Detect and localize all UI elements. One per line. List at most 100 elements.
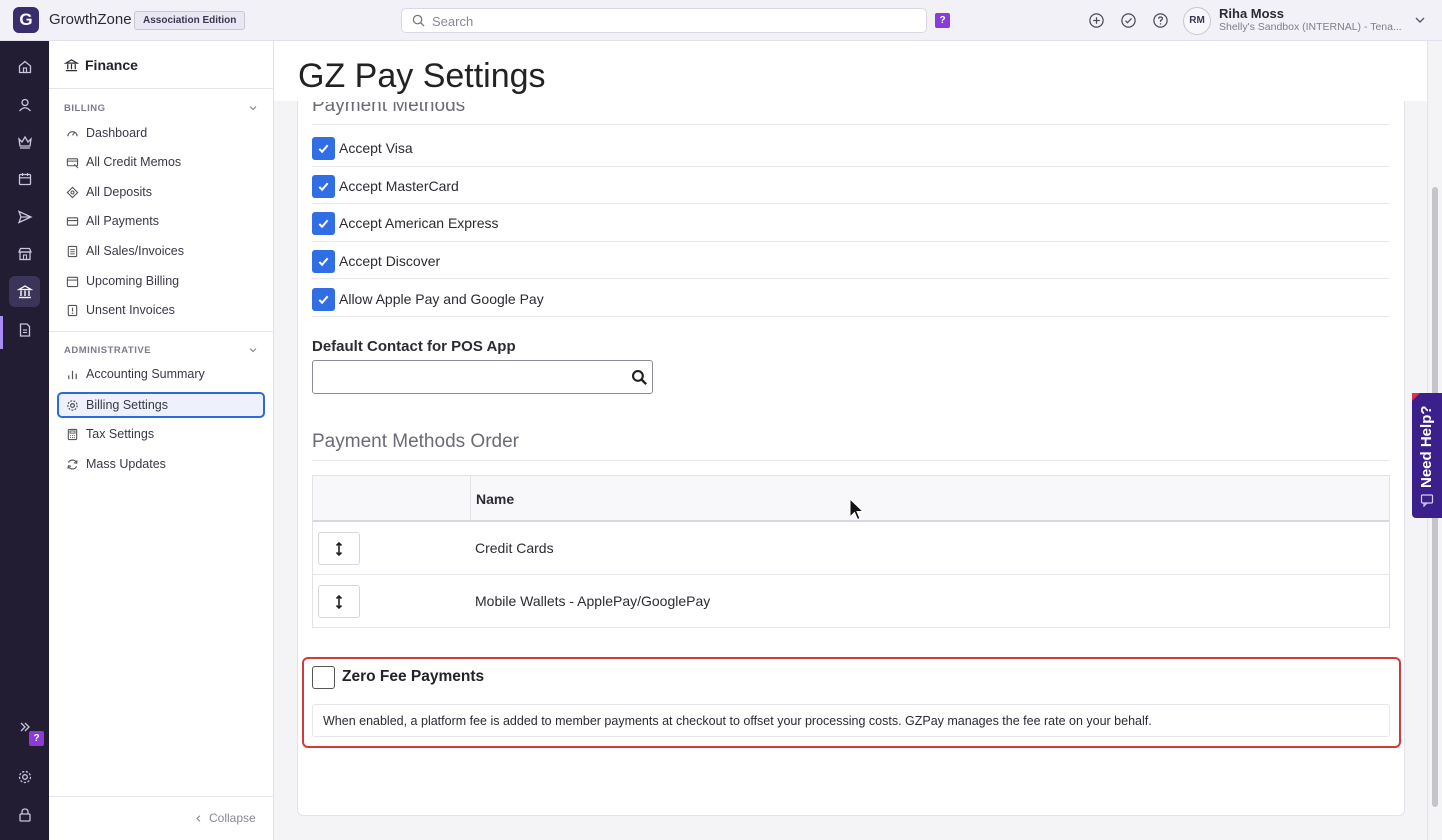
search-icon[interactable] (631, 369, 648, 386)
search-input[interactable]: Search (401, 8, 927, 33)
sidebar-item-all-sales-invoices[interactable]: All Sales/Invoices (57, 238, 265, 264)
help-circle-icon[interactable] (1152, 12, 1169, 29)
sidebar-item-label: Accounting Summary (86, 367, 205, 381)
reorder-handle[interactable] (318, 585, 360, 618)
card-icon (66, 216, 79, 226)
sidebar-item-accounting-summary[interactable]: Accounting Summary (57, 361, 265, 387)
name-column-header[interactable]: Name (476, 491, 514, 507)
accept-amex-row[interactable]: Accept American Express (312, 211, 499, 235)
sidebar-item-all-credit-memos[interactable]: All Credit Memos (57, 149, 265, 175)
sidebar-item-label: All Sales/Invoices (86, 244, 184, 258)
rail-events[interactable] (9, 163, 40, 194)
accept-mastercard-row[interactable]: Accept MasterCard (312, 174, 459, 198)
sidebar-item-label: All Payments (86, 214, 159, 228)
allow-wallets-row[interactable]: Allow Apple Pay and Google Pay (312, 287, 544, 311)
rail-help-badge-icon[interactable]: ? (29, 731, 44, 746)
credit-memo-icon (66, 157, 79, 168)
help-question-icon[interactable]: ? (935, 13, 950, 28)
column-separator (470, 476, 471, 520)
rail-membership[interactable] (9, 126, 40, 157)
accept-mastercard-label: Accept MasterCard (339, 178, 459, 194)
sidebar-item-label: Upcoming Billing (86, 274, 180, 288)
checkmark-icon (318, 144, 329, 153)
sidebar-item-billing-settings[interactable]: Billing Settings (57, 392, 265, 418)
payment-method-name: Credit Cards (475, 540, 554, 556)
chat-icon (1420, 494, 1434, 507)
user-name[interactable]: Riha Moss (1219, 6, 1284, 21)
sidebar-item-dashboard[interactable]: Dashboard (57, 120, 265, 146)
page-header: GZ Pay Settings (274, 41, 1427, 101)
table-row: Credit Cards (313, 522, 1389, 575)
rail-communications[interactable] (9, 201, 40, 232)
accept-discover-row[interactable]: Accept Discover (312, 249, 440, 273)
check-circle-icon[interactable] (1120, 12, 1137, 29)
avatar[interactable]: RM (1183, 7, 1211, 35)
table-row: Mobile Wallets - ApplePay/GooglePay (313, 575, 1389, 628)
payment-method-name: Mobile Wallets - ApplePay/GooglePay (475, 593, 711, 609)
edition-badge: Association Edition (134, 11, 246, 30)
sidebar-item-label: Dashboard (86, 126, 148, 140)
sidebar-item-label: All Credit Memos (86, 155, 182, 169)
need-help-tab[interactable]: Need Help? (1412, 393, 1442, 518)
accept-visa-checkbox[interactable] (312, 136, 335, 160)
user-org: Shelly's Sandbox (INTERNAL) - Tena... (1219, 21, 1402, 33)
allow-wallets-checkbox[interactable] (312, 287, 335, 311)
rail-finance[interactable] (9, 276, 40, 307)
sidebar-item-label: Unsent Invoices (86, 303, 175, 317)
divider (312, 203, 1390, 204)
chevron-down-icon[interactable] (248, 103, 258, 113)
mouse-cursor-icon (849, 498, 865, 521)
sidebar-item-all-payments[interactable]: All Payments (57, 208, 265, 234)
contacts-icon (18, 98, 31, 111)
accept-discover-label: Accept Discover (339, 253, 441, 269)
accept-visa-row[interactable]: Accept Visa (312, 136, 413, 160)
chevron-left-icon (196, 814, 201, 822)
finance-sidebar: Finance BILLING Dashboard All Credit Mem… (49, 41, 274, 840)
default-contact-input[interactable] (312, 360, 653, 394)
rail-store[interactable] (9, 238, 40, 269)
collapse-button[interactable]: Collapse (194, 811, 256, 825)
bank-icon (64, 58, 79, 71)
sidebar-item-label: Tax Settings (86, 427, 155, 441)
reports-icon (19, 322, 30, 337)
bar-chart-icon (68, 370, 77, 379)
chevron-down-icon[interactable] (1414, 14, 1426, 26)
lock-icon (18, 807, 31, 822)
checkmark-icon (318, 295, 329, 304)
chevron-down-icon[interactable] (248, 345, 258, 355)
finance-icon (16, 284, 33, 298)
refresh-icon (67, 459, 78, 469)
divider (312, 278, 1390, 279)
sidebar-item-upcoming-billing[interactable]: Upcoming Billing (57, 268, 265, 294)
accept-mastercard-checkbox[interactable] (312, 174, 335, 198)
search-placeholder: Search (432, 14, 474, 29)
rail-contacts[interactable] (9, 89, 40, 120)
divider (312, 241, 1390, 242)
sidebar-item-tax-settings[interactable]: Tax Settings (57, 421, 265, 447)
sidebar-item-label: Billing Settings (86, 398, 168, 412)
gear-icon (67, 399, 78, 411)
store-icon (17, 247, 32, 260)
left-rail: ? (0, 41, 49, 840)
zero-fee-title[interactable]: Zero Fee Payments (342, 668, 484, 686)
reorder-handle[interactable] (318, 532, 360, 565)
rail-active-indicator (0, 316, 3, 349)
sidebar-item-all-deposits[interactable]: All Deposits (57, 179, 265, 205)
rail-home[interactable] (9, 51, 40, 82)
rail-lock[interactable] (9, 799, 40, 830)
sidebar-item-mass-updates[interactable]: Mass Updates (57, 451, 265, 477)
accept-amex-checkbox[interactable] (312, 211, 335, 235)
sidebar-item-unsent-invoices[interactable]: Unsent Invoices (57, 297, 265, 323)
default-contact-label: Default Contact for POS App (312, 338, 516, 355)
billing-section-label: BILLING (64, 103, 106, 114)
rail-reports[interactable] (9, 314, 40, 345)
allow-wallets-label: Allow Apple Pay and Google Pay (339, 291, 544, 307)
add-circle-icon[interactable] (1088, 12, 1105, 29)
growthzone-logo[interactable]: G (13, 7, 39, 33)
checkmark-icon (318, 257, 329, 266)
invoice-icon (67, 245, 78, 257)
administrative-section-label: ADMINISTRATIVE (64, 345, 152, 356)
rail-settings[interactable] (9, 761, 40, 792)
zero-fee-checkbox[interactable] (312, 666, 335, 689)
accept-discover-checkbox[interactable] (312, 249, 335, 273)
